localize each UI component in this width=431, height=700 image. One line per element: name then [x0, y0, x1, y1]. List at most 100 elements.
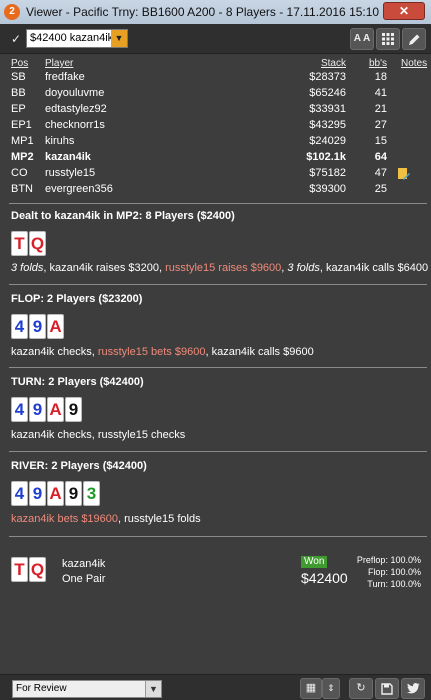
player-bbs: 47 [374, 167, 387, 179]
action-text: , russtyle15 folds [118, 513, 201, 525]
river-actions: kazan4ik bets $19600, russtyle15 folds [11, 513, 201, 525]
twitter-icon[interactable] [401, 678, 425, 699]
card: T [11, 231, 28, 256]
player-pos: BB [11, 87, 26, 99]
header-notes[interactable]: Notes [401, 58, 427, 69]
player-bbs: 64 [374, 151, 387, 163]
player-stack: $102.1k [306, 151, 346, 163]
action-text: , kazan4ik raises $3200, [43, 262, 166, 274]
player-stack: $33931 [309, 103, 346, 115]
stat-row: Flop: 100.0% [357, 566, 421, 578]
action-text: russtyle15 raises $9600 [165, 262, 282, 274]
chevron-down-icon[interactable]: ▼ [145, 681, 161, 697]
player-name: kazan4ik [45, 151, 91, 163]
winner-hand: One Pair [62, 573, 106, 585]
player-stack: $28373 [309, 71, 346, 83]
stat-value: 100.0% [390, 567, 421, 577]
won-amount: $42400 [301, 570, 348, 586]
divider [9, 451, 427, 452]
player-pos: MP1 [11, 135, 34, 147]
header-player[interactable]: Player [45, 58, 73, 69]
hand-select[interactable]: $42400 kazan4ik ▼ [26, 29, 128, 48]
calculator-icon[interactable]: ▦ [300, 678, 322, 699]
card: 9 [29, 397, 46, 422]
table-row[interactable]: CO russtyle15 $75182 47 [0, 167, 431, 183]
action-text: , kazan4ik calls $6400 [319, 262, 429, 274]
table-row[interactable]: MP1 kiruhs $24029 15 [0, 135, 431, 151]
player-stack: $39300 [309, 183, 346, 195]
player-pos: SB [11, 71, 26, 83]
flop-actions: kazan4ik checks, russtyle15 bets $9600, … [11, 346, 314, 358]
flop-title: FLOP: 2 Players ($23200) [11, 293, 143, 305]
action-text: russtyle15 bets $9600 [97, 346, 206, 358]
hand-result: T Q kazan4ik One Pair Won $42400 Preflop… [0, 553, 431, 593]
note-icon[interactable] [397, 167, 410, 180]
player-name: checknorr1s [45, 119, 105, 131]
chevron-down-icon[interactable]: ▼ [111, 30, 127, 47]
player-name: edtastylez92 [45, 103, 107, 115]
divider [9, 536, 427, 537]
header-pos[interactable]: Pos [11, 58, 28, 69]
won-badge: Won [301, 556, 328, 568]
card: 4 [11, 481, 28, 506]
table-row[interactable]: EP1 checknorr1s $43295 27 [0, 119, 431, 135]
header-stack[interactable]: Stack [321, 58, 346, 69]
player-pos: CO [11, 167, 28, 179]
player-stack: $43295 [309, 119, 346, 131]
card: Q [29, 231, 46, 256]
app-icon: 2 [4, 4, 20, 20]
card: 3 [83, 481, 100, 506]
card: A [47, 397, 64, 422]
header-bbs[interactable]: bb's [369, 58, 387, 69]
table-row-hero[interactable]: MP2 kazan4ik $102.1k 64 [0, 151, 431, 167]
card: 9 [29, 481, 46, 506]
font-size-button[interactable]: A A [350, 28, 374, 50]
stat-label: Preflop: [356, 555, 388, 565]
grid-icon[interactable] [376, 28, 400, 50]
player-name: russtyle15 [45, 167, 96, 179]
action-text: kazan4ik checks, [11, 346, 98, 358]
card: T [11, 557, 28, 582]
player-pos: BTN [11, 183, 33, 195]
save-icon[interactable] [375, 678, 399, 699]
checkmark-icon[interactable]: ✓ [11, 33, 23, 45]
table-row[interactable]: EP edtastylez92 $33931 21 [0, 103, 431, 119]
card: 4 [11, 397, 28, 422]
review-select[interactable]: For Review ▼ [12, 680, 162, 698]
window-title: Viewer - Pacific Trny: BB1600 A200 - 8 P… [26, 5, 380, 19]
divider [9, 367, 427, 368]
divider [9, 203, 427, 204]
close-button[interactable]: ✕ [383, 2, 425, 20]
equity-stats: Preflop: 100.0% Flop: 100.0% Turn: 100.0… [357, 554, 421, 590]
stat-value: 100.0% [390, 555, 421, 565]
action-text: , kazan4ik calls $9600 [205, 346, 314, 358]
player-stack: $65246 [309, 87, 346, 99]
stat-row: Turn: 100.0% [357, 578, 421, 590]
card: 9 [65, 397, 82, 422]
bottom-bar: For Review ▼ ▦ ⇕ ↻ [0, 674, 431, 700]
card: 9 [29, 314, 46, 339]
action-text: 3 folds [11, 262, 44, 274]
stat-label: Turn: [367, 579, 388, 589]
player-name: doyouluvme [45, 87, 105, 99]
stat-value: 100.0% [390, 579, 421, 589]
spinner-arrows-icon[interactable]: ⇕ [322, 678, 340, 699]
player-bbs: 27 [374, 119, 387, 131]
table-row[interactable]: BB doyouluvme $65246 41 [0, 87, 431, 103]
player-pos: EP1 [11, 119, 32, 131]
table-row[interactable]: BTN evergreen356 $39300 25 [0, 183, 431, 199]
stat-label: Flop: [367, 567, 388, 577]
table-row[interactable]: SB fredfake $28373 18 [0, 71, 431, 87]
edit-pencil-icon[interactable] [402, 28, 426, 50]
player-name: fredfake [45, 71, 85, 83]
player-pos: MP2 [11, 151, 34, 163]
river-title: RIVER: 2 Players ($42400) [11, 460, 147, 472]
toolbar: ✓ $42400 kazan4ik ▼ A A [0, 24, 431, 54]
player-name: evergreen356 [45, 183, 113, 195]
player-bbs: 18 [374, 71, 387, 83]
refresh-icon[interactable]: ↻ [349, 678, 373, 699]
preflop-actions: 3 folds, kazan4ik raises $3200, russtyle… [11, 262, 428, 274]
card: A [47, 314, 64, 339]
action-text: kazan4ik checks, russtyle15 checks [11, 429, 186, 441]
turn-actions: kazan4ik checks, russtyle15 checks [11, 429, 185, 441]
